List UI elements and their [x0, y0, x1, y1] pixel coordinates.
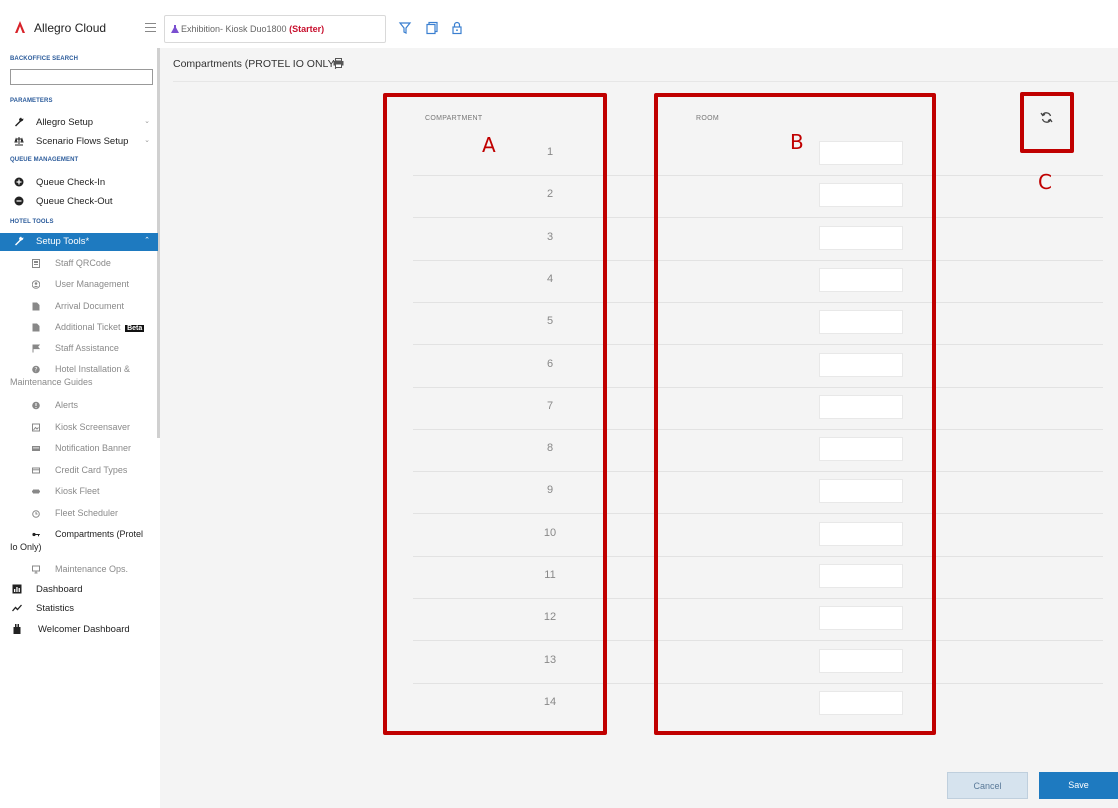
- document-icon: [32, 323, 40, 332]
- monitor-icon: [32, 565, 40, 574]
- clock-icon: [32, 510, 40, 518]
- sidebar-item-setup-tools[interactable]: Setup Tools* ⌃: [0, 233, 158, 251]
- lock-icon[interactable]: [450, 21, 464, 35]
- sidebar-item-dashboard[interactable]: Dashboard: [0, 581, 158, 599]
- sidebar-subitem-label: Maintenance Ops.: [55, 564, 129, 574]
- sidebar-subitem-label: Staff QRCode: [55, 258, 111, 268]
- sidebar-subitem-label: Fleet Scheduler: [55, 508, 119, 518]
- sidebar-subitem-label: Credit Card Types: [55, 465, 128, 475]
- qr-icon: [32, 259, 40, 268]
- section-title-backoffice: BACKOFFICE SEARCH: [10, 56, 79, 62]
- beta-badge: Beta: [125, 325, 145, 332]
- save-button[interactable]: Save: [1039, 772, 1118, 799]
- sidebar-subitem-label: Hotel Installation &: [55, 364, 131, 374]
- dashboard-icon: [12, 584, 22, 594]
- sidebar-item-scenario-flows[interactable]: Scenario Flows Setup ⌄: [0, 133, 158, 151]
- annotation-label-b: B: [790, 130, 804, 154]
- sidebar-subitem-label: Alerts: [55, 400, 79, 410]
- sidebar-item-queue-checkout[interactable]: Queue Check-Out: [0, 193, 158, 211]
- plus-circle-icon: [14, 177, 24, 187]
- annotation-box-b: [654, 93, 936, 735]
- main-content: Compartments (PROTEL IO ONLY) COMPARTMEN…: [160, 48, 1118, 808]
- sidebar-item-label: Welcomer Dashboard: [38, 624, 130, 635]
- statistics-icon: [12, 604, 22, 612]
- chevron-down-icon: ⌄: [144, 118, 150, 125]
- sidebar-subitem-label: User Management: [55, 279, 130, 289]
- page-title: Compartments (PROTEL IO ONLY): [173, 58, 339, 70]
- sidebar-item-label: Dashboard: [36, 584, 83, 595]
- context-tier: (Starter): [289, 24, 325, 34]
- flask-icon: [171, 25, 179, 33]
- document-icon: [32, 302, 40, 311]
- allegro-logo-icon: [15, 21, 25, 33]
- brand-name: Allegro Cloud: [34, 21, 107, 35]
- chevron-down-icon: ⌄: [144, 137, 150, 144]
- sidebar-item-allegro-setup[interactable]: Allegro Setup ⌄: [0, 114, 158, 132]
- annotation-box-a: [383, 93, 607, 735]
- top-bar: Allegro Cloud Exhibition- Kiosk Duo1800 …: [0, 0, 1118, 48]
- sidebar-item-queue-checkin[interactable]: Queue Check-In: [0, 174, 158, 192]
- sidebar-item-label: Queue Check-Out: [36, 196, 113, 207]
- sidebar-item-label: Queue Check-In: [36, 177, 106, 188]
- credit-card-icon: [32, 467, 40, 474]
- scale-icon: [14, 137, 24, 146]
- key-icon: [32, 532, 40, 537]
- sidebar-subitem-label: Kiosk Fleet: [55, 486, 100, 496]
- sidebar-subitem-label: Compartments (Protel: [55, 529, 144, 539]
- wrench-icon: [15, 236, 24, 246]
- filter-icon[interactable]: [398, 21, 412, 35]
- context-name: Exhibition- Kiosk Duo1800: [181, 24, 287, 34]
- sidebar-subitem-label-2: Io Only): [10, 542, 42, 552]
- sidebar-subitem-hotel-installation[interactable]: ? Hotel Installation & Maintenance Guide…: [0, 363, 158, 389]
- print-icon[interactable]: [333, 58, 344, 68]
- sidebar-subitem-label: Kiosk Screensaver: [55, 422, 131, 432]
- sidebar-item-statistics[interactable]: Statistics: [0, 600, 158, 618]
- wrench-icon: [15, 117, 24, 127]
- annotation-box-c: [1020, 92, 1074, 153]
- section-title-hotel-tools: HOTEL TOOLS: [10, 219, 54, 225]
- backoffice-search-input[interactable]: [10, 69, 153, 85]
- user-circle-icon: [32, 280, 40, 289]
- welcomer-icon: [13, 624, 21, 634]
- help-icon: ?: [32, 365, 40, 374]
- sidebar-subitem-label: Notification Banner: [55, 443, 132, 453]
- svg-text:?: ?: [34, 367, 37, 374]
- sidebar-subitem-label: Arrival Document: [55, 301, 125, 311]
- title-divider: [173, 81, 1118, 82]
- sidebar-item-label: Allegro Setup: [36, 117, 94, 128]
- minus-circle-icon: [14, 196, 24, 206]
- sidebar-item-label: Statistics: [36, 603, 75, 614]
- sidebar: BACKOFFICE SEARCH PARAMETERS Allegro Set…: [0, 48, 160, 808]
- section-title-queue: QUEUE MANAGEMENT: [10, 157, 79, 163]
- sidebar-item-label: Scenario Flows Setup: [36, 136, 129, 147]
- alert-icon: [32, 401, 40, 410]
- context-selector[interactable]: Exhibition- Kiosk Duo1800 (Starter): [164, 15, 386, 43]
- kiosk-icon: [32, 489, 40, 494]
- sidebar-subitem-compartments[interactable]: Compartments (Protel Io Only): [0, 528, 158, 554]
- section-title-parameters: PARAMETERS: [10, 98, 53, 104]
- sidebar-item-label: Setup Tools*: [36, 236, 90, 247]
- chevron-up-icon: ⌃: [144, 237, 150, 244]
- annotation-label-a: A: [482, 133, 496, 157]
- banner-icon: [32, 446, 40, 451]
- flag-icon: [32, 344, 40, 353]
- hamburger-icon[interactable]: [145, 23, 156, 32]
- screensaver-icon: [32, 423, 40, 432]
- sidebar-subitem-label: Additional Ticket: [55, 322, 121, 332]
- cancel-button[interactable]: Cancel: [947, 772, 1028, 799]
- sidebar-item-welcomer-dashboard[interactable]: Welcomer Dashboard: [0, 621, 158, 639]
- copy-icon[interactable]: [425, 21, 439, 35]
- sidebar-subitem-label: Staff Assistance: [55, 343, 119, 353]
- sidebar-subitem-label-2: Maintenance Guides: [10, 377, 93, 387]
- annotation-label-c: C: [1038, 170, 1052, 194]
